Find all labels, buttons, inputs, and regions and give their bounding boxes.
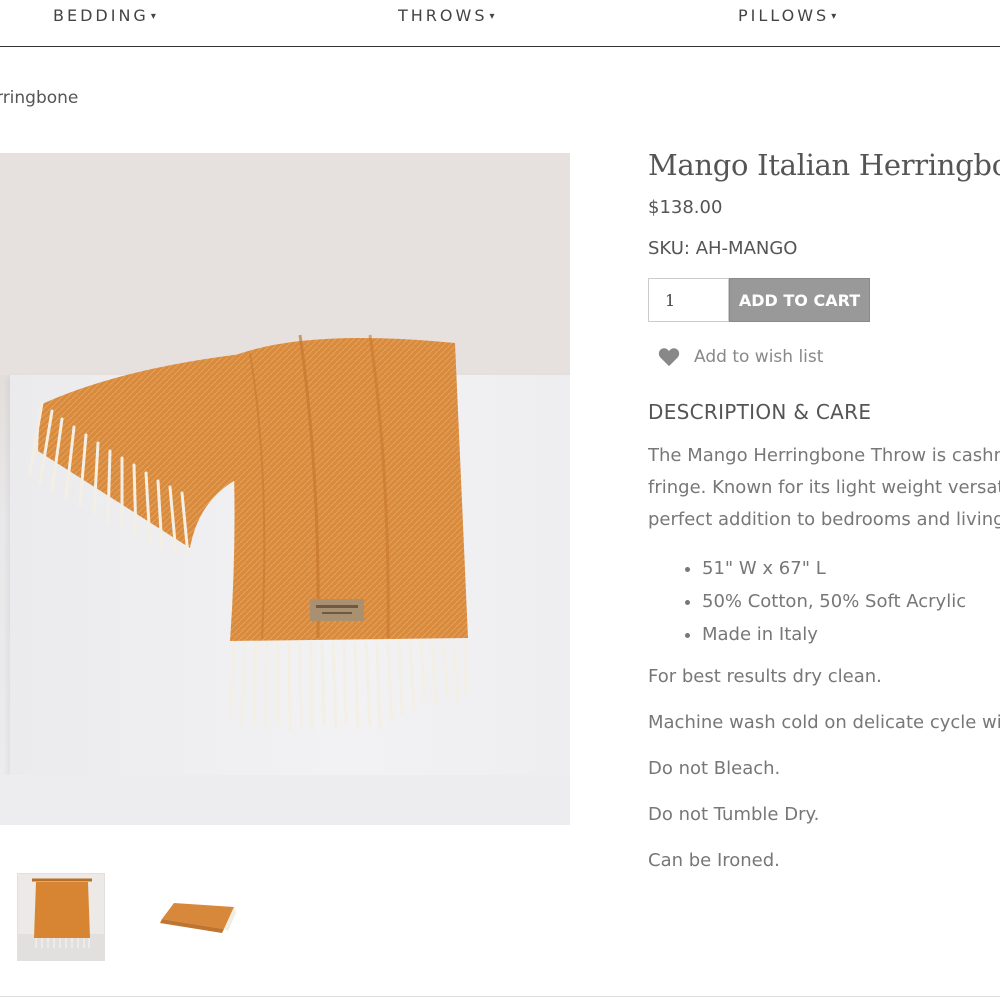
throw-illustration	[28, 334, 468, 731]
thumbnail-hanging-throw	[18, 878, 104, 960]
heart-icon	[658, 348, 680, 367]
quantity-input[interactable]	[648, 278, 729, 322]
description-line: perfect addition to bedrooms and living …	[648, 509, 1000, 530]
chevron-down-icon: ▾	[831, 11, 840, 22]
nav-item-label: PILLOWS	[738, 6, 830, 25]
footer-divider	[0, 996, 1000, 997]
care-line: Can be Ironed.	[648, 850, 780, 871]
care-instructions: For best results dry clean. Machine wash…	[648, 662, 1000, 892]
care-line: Do not Tumble Dry.	[648, 804, 820, 825]
thumbnail-2[interactable]	[150, 873, 238, 961]
product-price: $138.00	[648, 197, 723, 218]
product-sku: SKU: AH-MANGO	[648, 238, 798, 259]
wishlist-label: Add to wish list	[694, 347, 824, 367]
chevron-down-icon: ▾	[489, 11, 498, 22]
nav-item-label: BEDDING	[53, 6, 149, 25]
breadcrumb-current: rringbone	[0, 88, 79, 108]
description-line: The Mango Herringbone Throw is cashme	[648, 445, 1000, 466]
add-to-cart-button[interactable]: ADD TO CART	[729, 278, 870, 322]
care-line: Do not Bleach.	[648, 758, 781, 779]
description-text: The Mango Herringbone Throw is cashme fr…	[648, 440, 1000, 536]
spec-item: Made in Italy	[702, 618, 966, 651]
product-main-image[interactable]	[0, 153, 570, 825]
description-heading: DESCRIPTION & CARE	[648, 400, 872, 424]
top-nav: BEDDING ▾ THROWS ▾ PILLOWS ▾	[0, 0, 1000, 47]
add-to-wishlist-link[interactable]: Add to wish list	[658, 347, 823, 367]
care-line: For best results dry clean.	[648, 666, 882, 687]
nav-item-bedding[interactable]: BEDDING ▾	[53, 6, 159, 25]
spec-item: 51" W x 67" L	[702, 552, 966, 585]
spec-item: 50% Cotton, 50% Soft Acrylic	[702, 585, 966, 618]
thumbnail-folded-throw	[160, 903, 236, 933]
nav-item-throws[interactable]: THROWS ▾	[398, 6, 498, 25]
nav-item-label: THROWS	[398, 6, 488, 25]
care-line: Machine wash cold on delicate cycle with	[648, 712, 1000, 733]
product-title: Mango Italian Herringbone	[648, 148, 1000, 182]
description-line: fringe. Known for its light weight versa…	[648, 477, 1000, 498]
breadcrumb: rringbone	[0, 88, 78, 108]
thumbnail-1[interactable]	[17, 873, 105, 961]
chevron-down-icon: ▾	[150, 11, 159, 22]
nav-item-pillows[interactable]: PILLOWS ▾	[738, 6, 839, 25]
product-specs-list: 51" W x 67" L 50% Cotton, 50% Soft Acryl…	[680, 552, 966, 651]
